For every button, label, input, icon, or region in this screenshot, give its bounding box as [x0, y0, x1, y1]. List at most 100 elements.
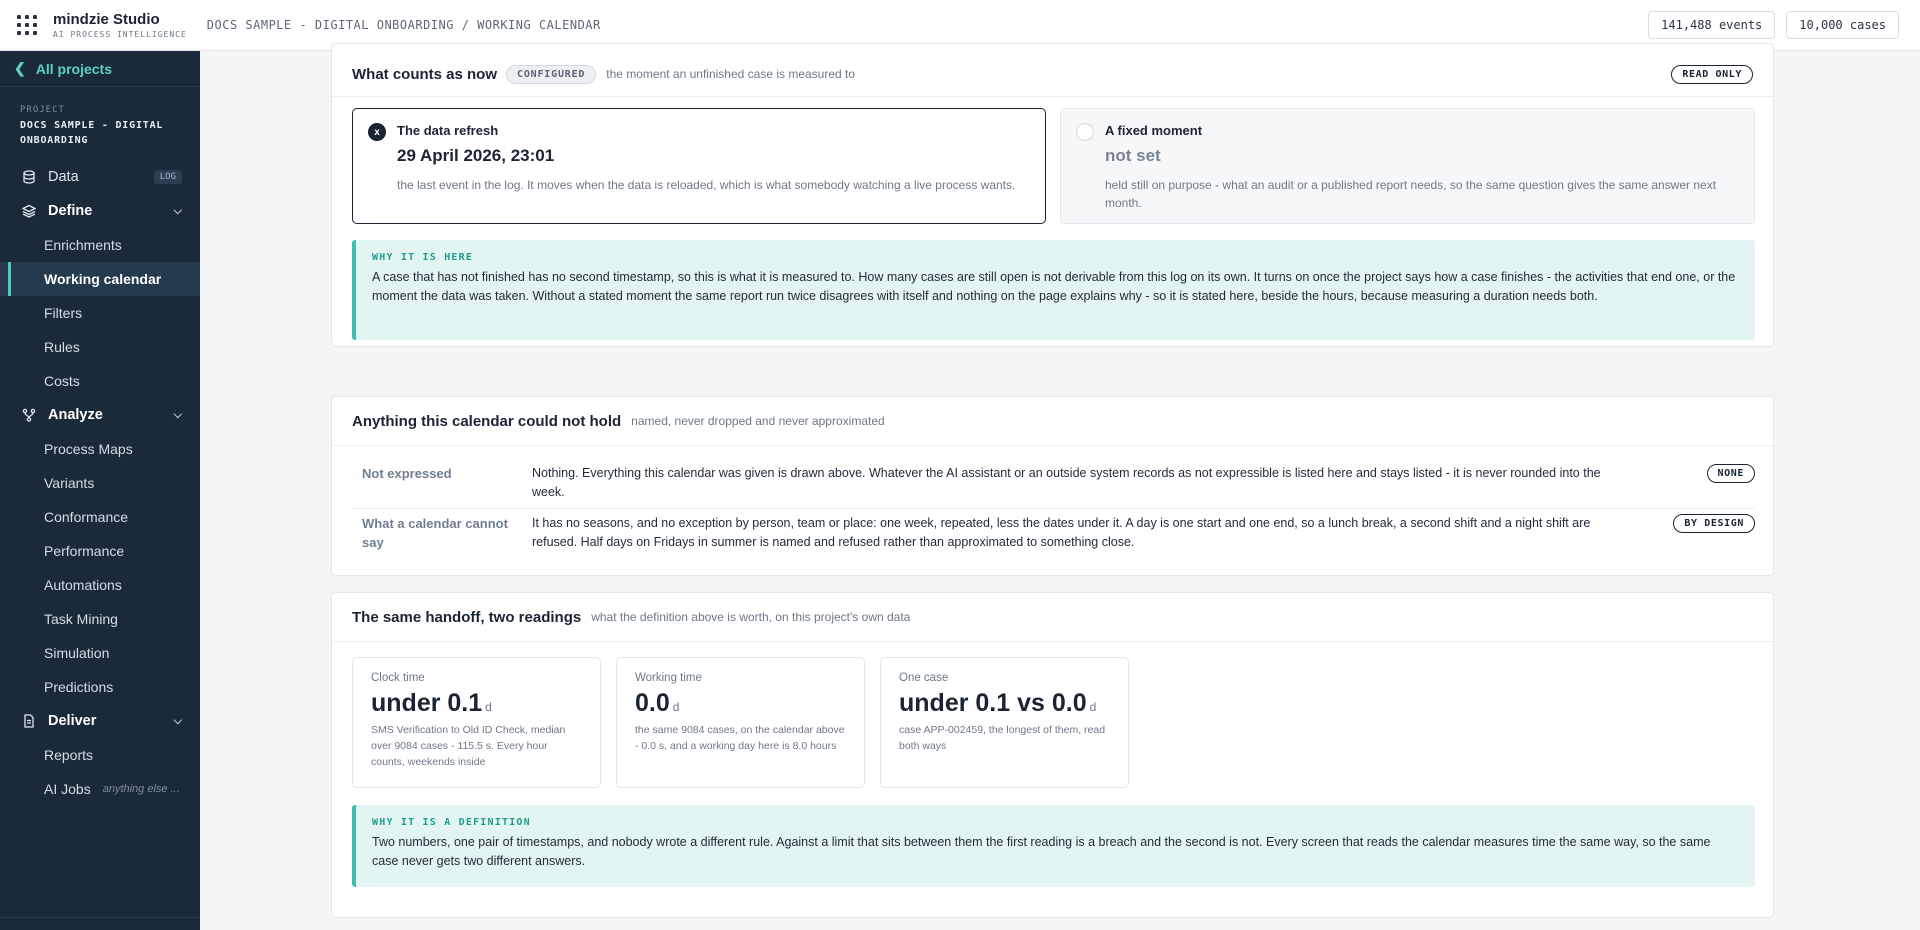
ai-jobs-hint: anything else ... — [102, 783, 180, 795]
sidebar-item-working-calendar[interactable]: Working calendar — [0, 262, 200, 296]
all-projects-label: All projects — [35, 60, 112, 77]
sidebar-item-label: Data — [48, 169, 79, 185]
sidebar-section-label: Define — [48, 203, 93, 219]
card-value-number: under 0.1 vs 0.0 — [899, 689, 1087, 717]
callout-label: WHY IT IS HERE — [372, 252, 474, 263]
panel-subtitle: the moment an unfinished case is measure… — [606, 67, 856, 81]
option-data-refresh[interactable]: x The data refresh 29 April 2026, 23:01 … — [352, 108, 1046, 224]
now-panel-header: What counts as now CONFIGURED the moment… — [332, 52, 1773, 97]
events-count: 141,488 events — [1648, 11, 1776, 39]
status-badge: BY DESIGN — [1673, 514, 1755, 533]
limit-row: What a calendar cannot say It has no sea… — [352, 514, 1755, 552]
sidebar-item-conformance[interactable]: Conformance — [0, 500, 200, 534]
sidebar-item-process-maps[interactable]: Process Maps — [0, 432, 200, 466]
sidebar-item-variants[interactable]: Variants — [0, 466, 200, 500]
brand-name: mindzie Studio — [53, 10, 160, 28]
row-text: It has no seasons, and no exception by p… — [532, 516, 1591, 549]
project-name: DOCS SAMPLE - DIGITAL ONBOARDING — [20, 120, 164, 146]
card-label: One case — [899, 672, 949, 684]
sidebar-item-predictions[interactable]: Predictions — [0, 670, 200, 704]
sidebar-section-deliver[interactable]: Deliver ⌵ — [0, 704, 200, 738]
callout-text: Two numbers, one pair of timestamps, and… — [372, 835, 1711, 868]
card-unit: d — [1089, 700, 1097, 714]
card-value: under 0.1 vs 0.0 d — [899, 689, 1110, 718]
chevron-left-icon: ❮ — [14, 60, 26, 76]
row-label: Not expressed — [362, 466, 452, 481]
card-desc: the same 9084 cases, on the calendar abo… — [635, 724, 845, 752]
sidebar-item-simulation[interactable]: Simulation — [0, 636, 200, 670]
clock-time-card: Clock time under 0.1 d SMS Verification t… — [352, 657, 601, 788]
cases-count: 10,000 cases — [1786, 11, 1899, 39]
limit-row: Not expressed Nothing. Everything this c… — [352, 464, 1755, 502]
status-badge: CONFIGURED — [506, 64, 597, 84]
read-only-badge: READ ONLY — [1671, 64, 1753, 84]
row-text: Nothing. Everything this calendar was gi… — [532, 466, 1601, 499]
layers-icon — [22, 204, 36, 218]
option-desc: held still on purpose - what an audit or… — [1105, 178, 1717, 210]
sidebar-item-automations[interactable]: Automations — [0, 568, 200, 602]
option-title: The data refresh — [397, 123, 499, 138]
document-icon — [22, 714, 36, 728]
one-case-card: One case under 0.1 vs 0.0 d case APP-0024… — [880, 657, 1129, 788]
card-desc: SMS Verification to Old ID Check, median… — [371, 724, 566, 768]
row-label: What a calendar cannot say — [362, 516, 508, 550]
card-value: under 0.1 d — [371, 689, 582, 718]
option-value: not set — [1105, 146, 1161, 165]
sidebar-section-label: Deliver — [48, 713, 97, 729]
handoff-panel-header: The same handoff, two readings what the … — [332, 593, 1773, 642]
panel-title: The same handoff, two readings — [352, 608, 582, 626]
radio-selected-icon: x — [368, 123, 386, 141]
sidebar-item-reports[interactable]: Reports — [0, 738, 200, 772]
sidebar-divider — [0, 917, 200, 918]
sidebar-item-costs[interactable]: Costs — [0, 364, 200, 398]
sidebar-item-enrichments[interactable]: Enrichments — [0, 228, 200, 262]
sidebar-section-label: Analyze — [48, 407, 103, 423]
app-grid-icon[interactable] — [13, 11, 41, 39]
brand[interactable]: mindzie Studio AI PROCESS INTELLIGENCE — [53, 10, 187, 39]
card-desc: case APP-002459, the longest of them, re… — [899, 724, 1106, 752]
radio-unselected-icon — [1076, 123, 1094, 141]
sidebar-section-define[interactable]: Define ⌵ — [0, 194, 200, 228]
all-projects-link[interactable]: ❮ All projects — [0, 51, 200, 87]
card-label: Working time — [635, 672, 702, 684]
sidebar-item-task-mining[interactable]: Task Mining — [0, 602, 200, 636]
panel-subtitle: named, never dropped and never approxima… — [631, 414, 885, 428]
card-unit: d — [672, 700, 680, 714]
working-time-card: Working time 0.0 d the same 9084 cases, o… — [616, 657, 865, 788]
project-label: PROJECT — [20, 105, 65, 115]
limits-panel-header: Anything this calendar could not hold na… — [332, 397, 1773, 446]
sidebar-item-rules[interactable]: Rules — [0, 330, 200, 364]
option-value: 29 April 2026, 23:01 — [397, 146, 555, 165]
log-badge: LOG — [153, 170, 182, 184]
chevron-down-icon: ⌵ — [173, 204, 182, 217]
option-title: A fixed moment — [1105, 123, 1203, 138]
panel-subtitle: what the definition above is worth, on t… — [591, 610, 911, 624]
chevron-down-icon: ⌵ — [173, 408, 182, 421]
why-here-callout: WHY IT IS HERE A case that has not finis… — [352, 240, 1755, 340]
callout-text: A case that has not finished has no seco… — [372, 270, 1736, 303]
sidebar-item-ai-jobs[interactable]: AI Jobs anything else ... — [0, 772, 200, 806]
database-icon — [22, 170, 36, 184]
handoff-panel: The same handoff, two readings what the … — [331, 592, 1774, 918]
sidebar-item-data[interactable]: Data LOG — [0, 160, 200, 194]
option-desc: the last event in the log. It moves when… — [397, 178, 1016, 192]
sidebar-item-performance[interactable]: Performance — [0, 534, 200, 568]
breadcrumb: DOCS SAMPLE - DIGITAL ONBOARDING / WORKI… — [206, 18, 601, 32]
sidebar-section-analyze[interactable]: Analyze ⌵ — [0, 398, 200, 432]
card-value: 0.0 d — [635, 689, 846, 718]
sidebar: ❮ All projects PROJECT DOCS SAMPLE - DIG… — [0, 51, 200, 930]
card-unit: d — [485, 700, 492, 714]
status-badge: NONE — [1706, 464, 1755, 483]
row-divider — [352, 508, 1755, 509]
why-definition-callout: WHY IT IS A DEFINITION Two numbers, one … — [352, 805, 1755, 887]
card-label: Clock time — [371, 672, 425, 684]
callout-label: WHY IT IS A DEFINITION — [372, 817, 531, 828]
card-value-number: under 0.1 — [371, 689, 483, 717]
sidebar-item-label: AI Jobs — [44, 781, 91, 797]
option-fixed-moment[interactable]: A fixed moment not set held still on pur… — [1060, 108, 1755, 224]
brand-tagline: AI PROCESS INTELLIGENCE — [53, 29, 187, 39]
panel-title: Anything this calendar could not hold — [352, 412, 622, 430]
sidebar-item-filters[interactable]: Filters — [0, 296, 200, 330]
main-content: What counts as now CONFIGURED the moment… — [200, 43, 1920, 930]
panel-title: What counts as now — [352, 65, 498, 83]
